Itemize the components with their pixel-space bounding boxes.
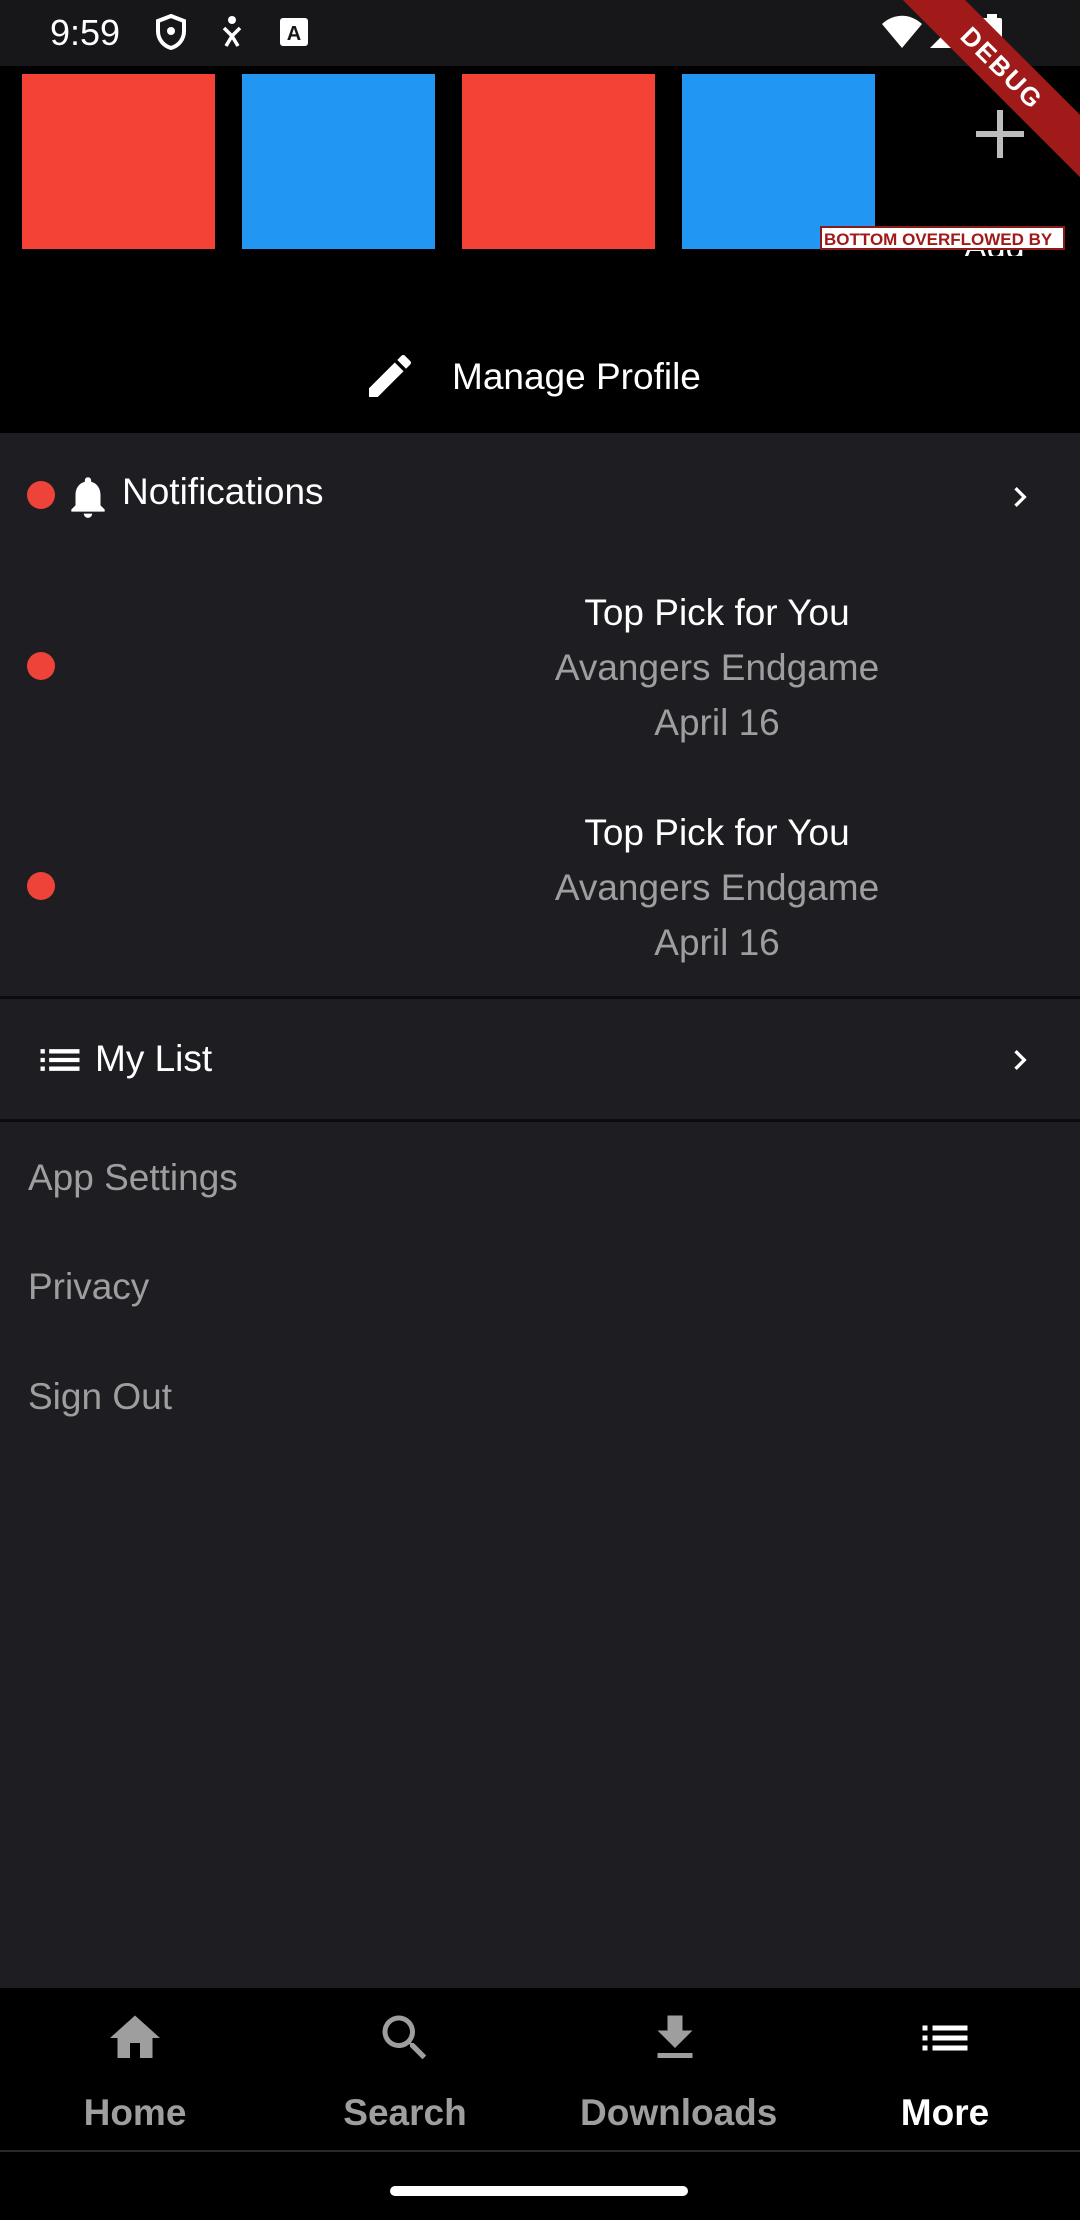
unread-dot (27, 872, 55, 900)
list-icon (40, 1049, 80, 1071)
edit-pencil-icon (369, 354, 412, 397)
notifications-title: Notifications (122, 471, 324, 512)
download-icon (657, 2015, 693, 2058)
bell-icon (71, 477, 105, 518)
notification-item[interactable]: Top Pick for You Avangers Endgame April … (0, 580, 1080, 800)
bottom-navigation: Home Search Downloads More (0, 1988, 1080, 2150)
nav-more[interactable]: More (810, 1988, 1080, 2150)
chevron-right-icon (1014, 1050, 1027, 1070)
unread-dot (27, 481, 55, 509)
list-icon (922, 2025, 968, 2051)
profile-tile-1[interactable] (22, 74, 215, 249)
profile-tile-3[interactable] (462, 74, 655, 249)
notification-date: April 16 (654, 702, 780, 743)
my-list-row[interactable]: My List (0, 998, 1080, 1120)
notification-date: April 16 (654, 922, 780, 963)
home-gesture-handle[interactable] (390, 2186, 688, 2196)
nav-more-label: More (900, 2092, 990, 2133)
notification-subtitle: Avangers Endgame (554, 867, 880, 908)
notification-title: Top Pick for You (584, 812, 850, 853)
divider (0, 1119, 1080, 1122)
status-time: 9:59 (50, 12, 121, 53)
search-icon (382, 2015, 427, 2060)
unread-dot (27, 652, 55, 680)
keyboard-a-icon: A (280, 18, 308, 46)
privacy-link[interactable]: Privacy (28, 1266, 149, 1308)
app-settings-link[interactable]: App Settings (28, 1157, 238, 1199)
nav-home-label: Home (83, 2092, 187, 2133)
notification-title: Top Pick for You (584, 592, 850, 633)
nav-search[interactable]: Search (270, 1988, 540, 2150)
chevron-right-icon (1014, 487, 1027, 507)
shield-icon (156, 14, 186, 50)
notification-subtitle: Avangers Endgame (554, 647, 880, 688)
manage-profile-label: Manage Profile (452, 356, 701, 397)
accessibility-icon (222, 16, 242, 47)
more-screen: 9:59 A DEBUG BOTTOM OVERFLOWED BY Manage… (0, 0, 1080, 2220)
profile-strip: Add BOTTOM OVERFLOWED BY Manage Profile (0, 66, 1080, 433)
profile-tile-4[interactable] (682, 74, 875, 249)
nav-downloads-label: Downloads (580, 2092, 776, 2133)
manage-profile-button[interactable]: Manage Profile (0, 336, 1080, 416)
notifications-row[interactable]: Notifications (0, 433, 1080, 561)
nav-downloads[interactable]: Downloads (540, 1988, 810, 2150)
wifi-icon (882, 15, 922, 48)
notification-item[interactable]: Top Pick for You Avangers Endgame April … (0, 800, 1080, 1020)
home-icon (110, 2015, 160, 2058)
my-list-label: My List (95, 1038, 213, 1079)
notification-text: Top Pick for You Avangers Endgame April … (417, 585, 1017, 750)
profile-tile-2[interactable] (242, 74, 435, 249)
nav-search-label: Search (343, 2092, 467, 2133)
gesture-navigation-area (0, 2150, 1080, 2220)
notification-text: Top Pick for You Avangers Endgame April … (417, 805, 1017, 970)
nav-home[interactable]: Home (0, 1988, 270, 2150)
svg-text:A: A (287, 23, 301, 45)
overflow-warning: BOTTOM OVERFLOWED BY (820, 226, 1065, 250)
sign-out-link[interactable]: Sign Out (28, 1376, 172, 1418)
